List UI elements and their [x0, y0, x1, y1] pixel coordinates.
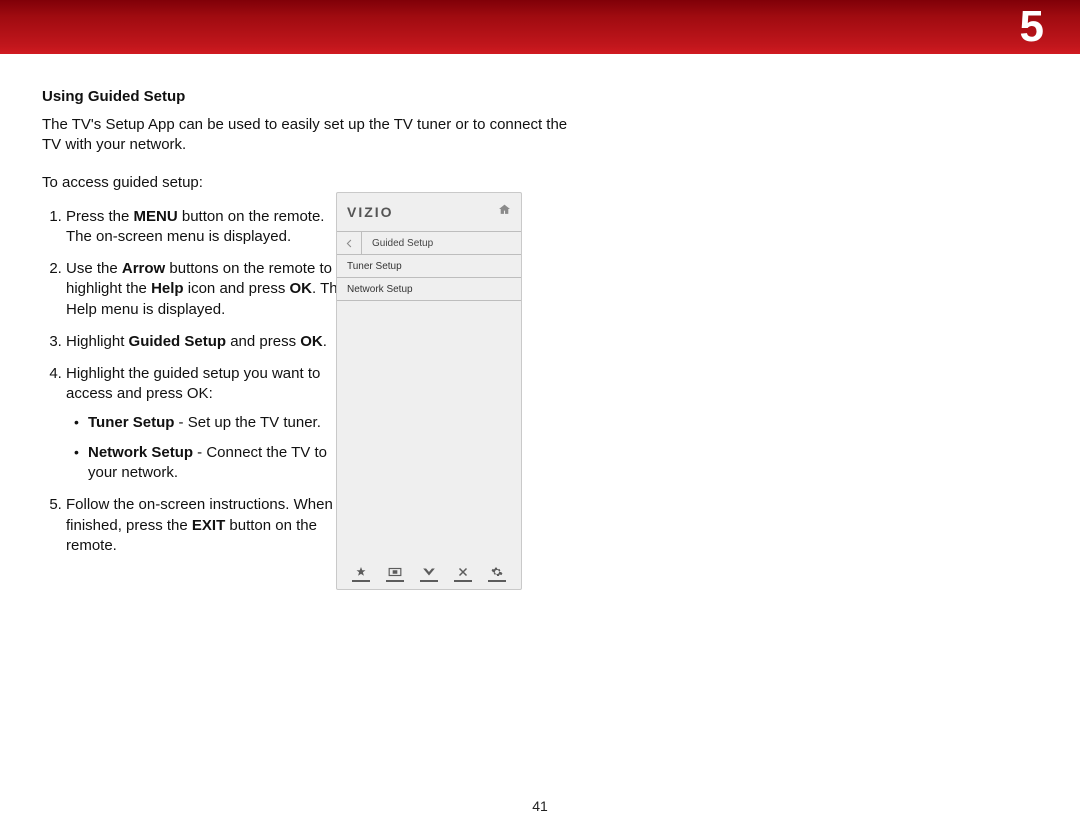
rectangle-icon [385, 566, 405, 582]
v-logo-icon [419, 566, 439, 582]
home-icon [498, 203, 511, 221]
brand-logo: VIZIO [347, 204, 394, 220]
section-title: Using Guided Setup [42, 88, 662, 105]
section-intro: The TV's Setup App can be used to easily… [42, 115, 582, 156]
menu-spacer [337, 301, 521, 559]
bullet-network-setup: Network Setup - Connect the TV to your n… [74, 443, 346, 484]
chapter-number: 5 [1020, 2, 1044, 52]
back-icon [337, 232, 362, 254]
breadcrumb-label: Guided Setup [362, 238, 433, 249]
gear-icon [487, 566, 507, 582]
section-lead: To access guided setup: [42, 174, 662, 191]
steps-list: Press the MENU button on the remote. The… [42, 207, 346, 557]
step-5: Follow the on-screen instructions. When … [66, 495, 346, 556]
close-icon [453, 566, 473, 582]
tv-menu-header: VIZIO [337, 193, 521, 231]
star-icon [351, 566, 371, 582]
tv-menu-illustration: VIZIO Guided Setup Tuner Setup Network S… [336, 192, 522, 590]
step-4: Highlight the guided setup you want to a… [66, 364, 346, 483]
bullet-tuner-setup: Tuner Setup - Set up the TV tuner. [74, 413, 346, 433]
chapter-header-band: 5 [0, 0, 1080, 54]
step-2: Use the Arrow buttons on the remote to h… [66, 259, 346, 320]
step-1: Press the MENU button on the remote. The… [66, 207, 346, 248]
menu-item-network-setup: Network Setup [337, 278, 521, 301]
step-4-bullets: Tuner Setup - Set up the TV tuner. Netwo… [66, 413, 346, 484]
tv-menu-footer [337, 559, 521, 589]
page-number: 41 [0, 798, 1080, 814]
breadcrumb-row: Guided Setup [337, 231, 521, 255]
menu-item-tuner-setup: Tuner Setup [337, 255, 521, 278]
step-3: Highlight Guided Setup and press OK. [66, 332, 346, 352]
